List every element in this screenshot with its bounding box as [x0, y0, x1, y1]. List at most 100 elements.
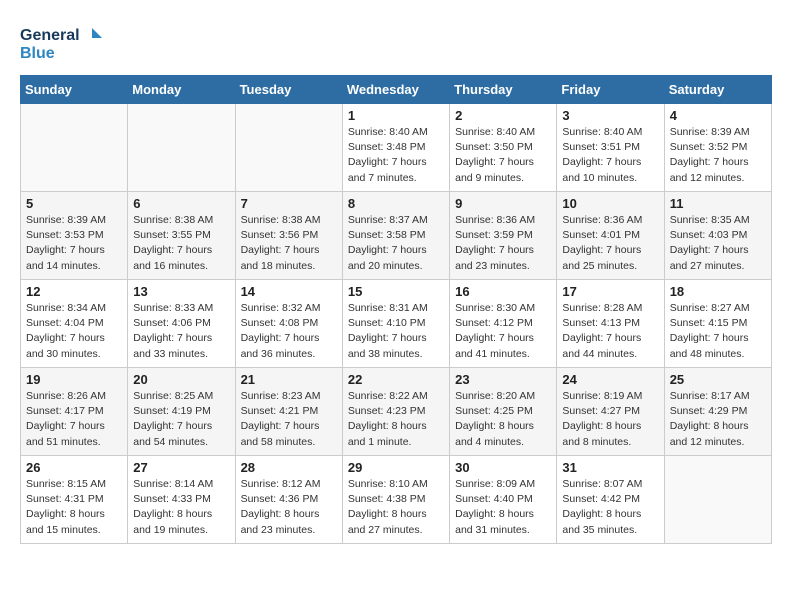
day-number: 14 — [241, 284, 337, 299]
calendar-cell: 28Sunrise: 8:12 AM Sunset: 4:36 PM Dayli… — [235, 456, 342, 544]
calendar-cell: 4 Sunrise: 8:39 AM Sunset: 3:52 PM Daylig… — [664, 104, 771, 192]
day-info: Sunrise: 8:36 AM Sunset: 4:01 PM Dayligh… — [562, 213, 658, 274]
calendar-week-row: 19 Sunrise: 8:26 AM Sunset: 4:17 PM Dayli… — [21, 368, 772, 456]
day-info: Sunrise: 8:22 AM Sunset: 4:23 PM Dayligh… — [348, 389, 444, 450]
logo-svg: GeneralBlue — [20, 20, 110, 65]
day-number: 4 — [670, 108, 766, 123]
day-number: 16 — [455, 284, 551, 299]
calendar-cell: 3 Sunrise: 8:40 AM Sunset: 3:51 PM Daylig… — [557, 104, 664, 192]
day-number: 25 — [670, 372, 766, 387]
day-info: Sunrise: 8:17 AM Sunset: 4:29 PM Dayligh… — [670, 389, 766, 450]
calendar-cell — [128, 104, 235, 192]
logo: GeneralBlue — [20, 20, 110, 65]
day-info: Sunrise: 8:39 AM Sunset: 3:53 PM Dayligh… — [26, 213, 122, 274]
day-info: Sunrise: 8:12 AM Sunset: 4:36 PM Dayligh… — [241, 477, 337, 538]
weekday-header-friday: Friday — [557, 76, 664, 104]
calendar-cell: 15 Sunrise: 8:31 AM Sunset: 4:10 PM Dayli… — [342, 280, 449, 368]
calendar-cell: 7 Sunrise: 8:38 AM Sunset: 3:56 PM Daylig… — [235, 192, 342, 280]
day-info: Sunrise: 8:36 AM Sunset: 3:59 PM Dayligh… — [455, 213, 551, 274]
calendar-cell: 14Sunrise: 8:32 AM Sunset: 4:08 PM Dayli… — [235, 280, 342, 368]
day-number: 9 — [455, 196, 551, 211]
day-number: 1 — [348, 108, 444, 123]
weekday-header-saturday: Saturday — [664, 76, 771, 104]
day-number: 8 — [348, 196, 444, 211]
weekday-header-tuesday: Tuesday — [235, 76, 342, 104]
calendar-cell: 23 Sunrise: 8:20 AM Sunset: 4:25 PM Dayli… — [450, 368, 557, 456]
calendar-cell: 10 Sunrise: 8:36 AM Sunset: 4:01 PM Dayli… — [557, 192, 664, 280]
calendar-cell: 17 Sunrise: 8:28 AM Sunset: 4:13 PM Dayli… — [557, 280, 664, 368]
calendar-week-row: 1 Sunrise: 8:40 AM Sunset: 3:48 PM Daylig… — [21, 104, 772, 192]
day-number: 18 — [670, 284, 766, 299]
day-number: 26 — [26, 460, 122, 475]
day-number: 3 — [562, 108, 658, 123]
calendar-cell — [664, 456, 771, 544]
day-info: Sunrise: 8:19 AM Sunset: 4:27 PM Dayligh… — [562, 389, 658, 450]
day-info: Sunrise: 8:10 AM Sunset: 4:38 PM Dayligh… — [348, 477, 444, 538]
day-number: 15 — [348, 284, 444, 299]
day-number: 5 — [26, 196, 122, 211]
weekday-header-thursday: Thursday — [450, 76, 557, 104]
day-number: 11 — [670, 196, 766, 211]
day-number: 7 — [241, 196, 337, 211]
day-info: Sunrise: 8:31 AM Sunset: 4:10 PM Dayligh… — [348, 301, 444, 362]
calendar-week-row: 5 Sunrise: 8:39 AM Sunset: 3:53 PM Daylig… — [21, 192, 772, 280]
day-info: Sunrise: 8:09 AM Sunset: 4:40 PM Dayligh… — [455, 477, 551, 538]
day-info: Sunrise: 8:28 AM Sunset: 4:13 PM Dayligh… — [562, 301, 658, 362]
day-info: Sunrise: 8:23 AM Sunset: 4:21 PM Dayligh… — [241, 389, 337, 450]
day-number: 31 — [562, 460, 658, 475]
day-info: Sunrise: 8:39 AM Sunset: 3:52 PM Dayligh… — [670, 125, 766, 186]
day-info: Sunrise: 8:07 AM Sunset: 4:42 PM Dayligh… — [562, 477, 658, 538]
day-info: Sunrise: 8:40 AM Sunset: 3:50 PM Dayligh… — [455, 125, 551, 186]
svg-text:Blue: Blue — [20, 45, 55, 62]
day-info: Sunrise: 8:37 AM Sunset: 3:58 PM Dayligh… — [348, 213, 444, 274]
calendar-cell: 31 Sunrise: 8:07 AM Sunset: 4:42 PM Dayli… — [557, 456, 664, 544]
day-number: 24 — [562, 372, 658, 387]
day-info: Sunrise: 8:25 AM Sunset: 4:19 PM Dayligh… — [133, 389, 229, 450]
day-number: 13 — [133, 284, 229, 299]
day-number: 29 — [348, 460, 444, 475]
calendar-week-row: 26 Sunrise: 8:15 AM Sunset: 4:31 PM Dayli… — [21, 456, 772, 544]
day-number: 17 — [562, 284, 658, 299]
day-info: Sunrise: 8:38 AM Sunset: 3:56 PM Dayligh… — [241, 213, 337, 274]
day-number: 23 — [455, 372, 551, 387]
day-number: 22 — [348, 372, 444, 387]
day-info: Sunrise: 8:34 AM Sunset: 4:04 PM Dayligh… — [26, 301, 122, 362]
weekday-header-monday: Monday — [128, 76, 235, 104]
day-info: Sunrise: 8:40 AM Sunset: 3:48 PM Dayligh… — [348, 125, 444, 186]
day-info: Sunrise: 8:27 AM Sunset: 4:15 PM Dayligh… — [670, 301, 766, 362]
day-info: Sunrise: 8:40 AM Sunset: 3:51 PM Dayligh… — [562, 125, 658, 186]
calendar-cell: 9 Sunrise: 8:36 AM Sunset: 3:59 PM Daylig… — [450, 192, 557, 280]
calendar-cell: 11 Sunrise: 8:35 AM Sunset: 4:03 PM Dayli… — [664, 192, 771, 280]
day-info: Sunrise: 8:38 AM Sunset: 3:55 PM Dayligh… — [133, 213, 229, 274]
day-info: Sunrise: 8:30 AM Sunset: 4:12 PM Dayligh… — [455, 301, 551, 362]
page-header: GeneralBlue — [20, 20, 772, 65]
calendar-table: SundayMondayTuesdayWednesdayThursdayFrid… — [20, 75, 772, 544]
calendar-cell: 6Sunrise: 8:38 AM Sunset: 3:55 PM Daylig… — [128, 192, 235, 280]
day-info: Sunrise: 8:35 AM Sunset: 4:03 PM Dayligh… — [670, 213, 766, 274]
calendar-cell: 16 Sunrise: 8:30 AM Sunset: 4:12 PM Dayli… — [450, 280, 557, 368]
weekday-header-sunday: Sunday — [21, 76, 128, 104]
day-info: Sunrise: 8:26 AM Sunset: 4:17 PM Dayligh… — [26, 389, 122, 450]
day-number: 19 — [26, 372, 122, 387]
day-number: 20 — [133, 372, 229, 387]
day-number: 2 — [455, 108, 551, 123]
day-info: Sunrise: 8:15 AM Sunset: 4:31 PM Dayligh… — [26, 477, 122, 538]
weekday-header-row: SundayMondayTuesdayWednesdayThursdayFrid… — [21, 76, 772, 104]
calendar-cell: 12Sunrise: 8:34 AM Sunset: 4:04 PM Dayli… — [21, 280, 128, 368]
calendar-cell: 22 Sunrise: 8:22 AM Sunset: 4:23 PM Dayli… — [342, 368, 449, 456]
calendar-cell: 30Sunrise: 8:09 AM Sunset: 4:40 PM Dayli… — [450, 456, 557, 544]
calendar-cell: 29 Sunrise: 8:10 AM Sunset: 4:38 PM Dayli… — [342, 456, 449, 544]
day-info: Sunrise: 8:20 AM Sunset: 4:25 PM Dayligh… — [455, 389, 551, 450]
calendar-cell: 2 Sunrise: 8:40 AM Sunset: 3:50 PM Daylig… — [450, 104, 557, 192]
calendar-cell: 27Sunrise: 8:14 AM Sunset: 4:33 PM Dayli… — [128, 456, 235, 544]
day-info: Sunrise: 8:14 AM Sunset: 4:33 PM Dayligh… — [133, 477, 229, 538]
calendar-cell: 24 Sunrise: 8:19 AM Sunset: 4:27 PM Dayli… — [557, 368, 664, 456]
day-info: Sunrise: 8:33 AM Sunset: 4:06 PM Dayligh… — [133, 301, 229, 362]
calendar-cell: 20 Sunrise: 8:25 AM Sunset: 4:19 PM Dayli… — [128, 368, 235, 456]
calendar-cell: 25 Sunrise: 8:17 AM Sunset: 4:29 PM Dayli… — [664, 368, 771, 456]
calendar-week-row: 12Sunrise: 8:34 AM Sunset: 4:04 PM Dayli… — [21, 280, 772, 368]
calendar-cell — [21, 104, 128, 192]
day-number: 10 — [562, 196, 658, 211]
calendar-cell: 18 Sunrise: 8:27 AM Sunset: 4:15 PM Dayli… — [664, 280, 771, 368]
calendar-cell: 21Sunrise: 8:23 AM Sunset: 4:21 PM Dayli… — [235, 368, 342, 456]
